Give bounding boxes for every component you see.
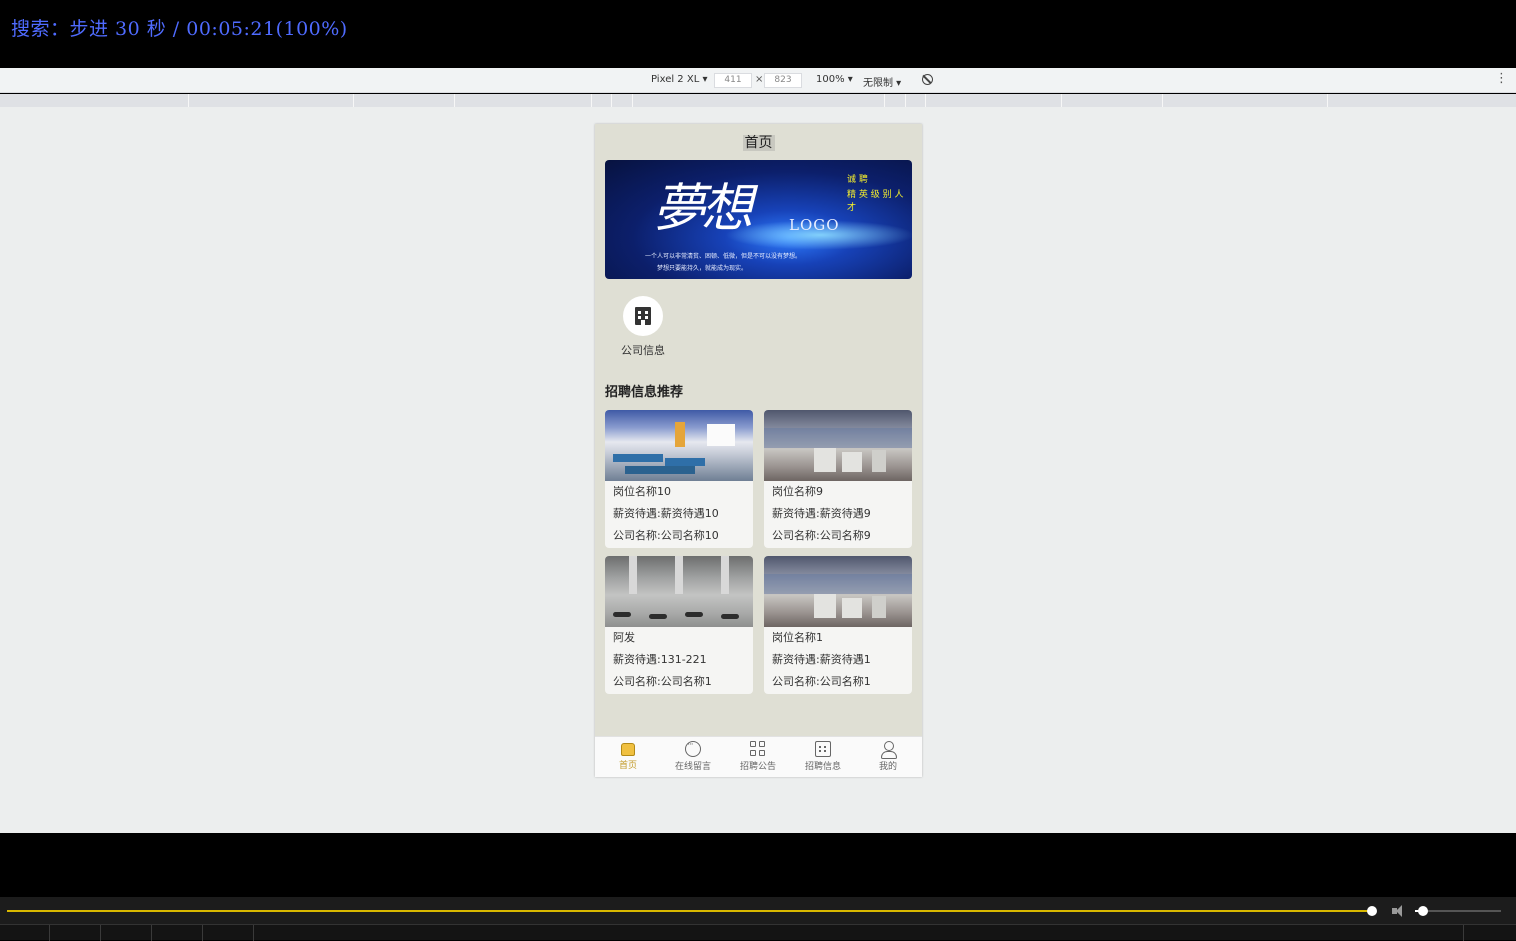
- job-image: [764, 410, 912, 481]
- category-company-info[interactable]: 公司信息: [617, 296, 669, 358]
- job-title: 岗位名称9: [772, 485, 823, 498]
- no-rotate-icon[interactable]: [922, 74, 933, 85]
- user-icon: [880, 741, 897, 759]
- device-select[interactable]: Pixel 2 XL ▾: [651, 74, 707, 85]
- chat-icon: [685, 740, 701, 757]
- building-icon: [635, 307, 651, 325]
- seek-bar[interactable]: [7, 910, 1373, 912]
- player-controls: [0, 897, 1516, 941]
- banner-yellow-text-2: 精 英 级 别 人 才: [847, 190, 904, 213]
- throttle-select[interactable]: 无限制 ▾: [863, 74, 901, 89]
- banner-small-text-1: 一个人可以非常清贫、困顿、低微，但是不可以没有梦想。: [645, 253, 802, 260]
- job-company: 公司名称:公司名称9: [772, 529, 871, 542]
- job-title: 岗位名称1: [772, 631, 823, 644]
- width-input[interactable]: 411: [714, 73, 752, 88]
- banner-main-text: 夢想: [653, 179, 753, 239]
- category-label: 公司信息: [621, 344, 665, 357]
- tab-messages[interactable]: 在线留言: [663, 740, 723, 772]
- job-salary: 薪资待遇:薪资待遇1: [772, 653, 871, 666]
- home-banner[interactable]: 夢想 LOGO 诚 聘 精 英 级 别 人 才 一个人可以非常清贫、困顿、低微，…: [605, 160, 912, 279]
- seek-handle[interactable]: [1367, 906, 1377, 916]
- home-icon: [621, 743, 635, 756]
- height-input[interactable]: 823: [764, 73, 802, 88]
- video-osd: 搜索：步进 30 秒 / 00:05:21(100%): [0, 0, 1516, 68]
- phone-screen: 首页 夢想 LOGO 诚 聘 精 英 级 别 人 才 一个人可以非常清贫、困顿、…: [595, 124, 922, 777]
- volume-icon[interactable]: [1392, 904, 1406, 918]
- tab-home[interactable]: 首页: [598, 741, 658, 771]
- job-salary: 薪资待遇:131-221: [613, 653, 707, 666]
- tab-announcements[interactable]: 招聘公告: [728, 741, 788, 772]
- media-query-ruler: [0, 94, 1516, 107]
- job-image: [605, 410, 753, 481]
- banner-logo: LOGO: [789, 216, 840, 234]
- job-card[interactable]: 岗位名称1 薪资待遇:薪资待遇1 公司名称:公司名称1: [764, 556, 912, 694]
- job-image: [764, 556, 912, 627]
- job-company: 公司名称:公司名称1: [613, 675, 712, 688]
- section-title: 招聘信息推荐: [605, 385, 684, 400]
- job-salary: 薪资待遇:薪资待遇9: [772, 507, 871, 520]
- job-title: 阿发: [613, 631, 635, 644]
- page-title: 首页: [742, 135, 775, 151]
- banner-yellow-text-1: 诚 聘: [847, 175, 868, 185]
- player-button-row: [0, 924, 1516, 941]
- tab-profile[interactable]: 我的: [858, 741, 918, 772]
- osd-text: 搜索：步进 30 秒 / 00:05:21(100%): [11, 18, 348, 40]
- zoom-select[interactable]: 100% ▾: [816, 74, 853, 85]
- job-company: 公司名称:公司名称10: [613, 529, 719, 542]
- job-salary: 薪资待遇:薪资待遇10: [613, 507, 719, 520]
- devtools-device-toolbar: Pixel 2 XL ▾ 411 × 823 100% ▾ 无限制 ▾ ⋮: [0, 68, 1516, 93]
- more-options-icon[interactable]: ⋮: [1495, 71, 1508, 86]
- job-card[interactable]: 岗位名称9 薪资待遇:薪资待遇9 公司名称:公司名称9: [764, 410, 912, 548]
- calendar-icon: [815, 741, 831, 757]
- job-image: [605, 556, 753, 627]
- volume-handle[interactable]: [1418, 906, 1428, 916]
- dimension-separator: ×: [755, 74, 764, 85]
- grid-icon: [750, 741, 766, 757]
- tab-jobs[interactable]: 招聘信息: [793, 741, 853, 772]
- bottom-tab-bar: 首页 在线留言 招聘公告 招聘信息 我的: [595, 736, 922, 777]
- job-card[interactable]: 阿发 薪资待遇:131-221 公司名称:公司名称1: [605, 556, 753, 694]
- job-title: 岗位名称10: [613, 485, 671, 498]
- job-company: 公司名称:公司名称1: [772, 675, 871, 688]
- banner-small-text-2: 梦想只要能持久，就能成为现实。: [657, 265, 748, 272]
- job-card[interactable]: 岗位名称10 薪资待遇:薪资待遇10 公司名称:公司名称10: [605, 410, 753, 548]
